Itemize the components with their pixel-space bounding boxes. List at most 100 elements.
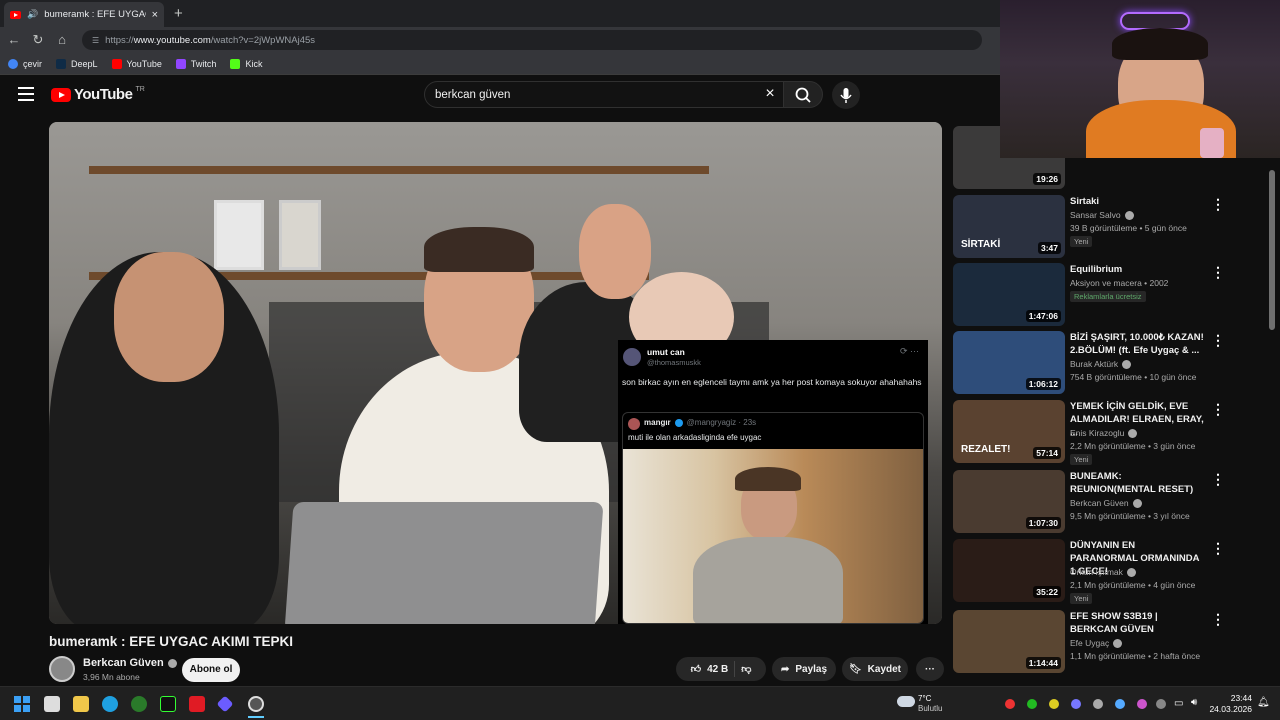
windows-start-icon[interactable]	[14, 696, 30, 712]
channel-name[interactable]: Berkcan Güven	[83, 657, 177, 669]
recommendation-item[interactable]: 1:47:06 Equilibrium Aksiyon ve macera • 20…	[953, 263, 1273, 327]
video-thumbnail[interactable]: 1:47:06	[953, 263, 1065, 326]
search-button[interactable]	[783, 81, 823, 108]
terminal-icon[interactable]	[160, 696, 176, 712]
recommendation-title[interactable]: EFE SHOW S3B19 | BERKCAN GÜVEN	[1070, 610, 1205, 636]
reload-icon[interactable]: ↻	[30, 32, 46, 48]
subscribe-button[interactable]: Abone ol	[182, 658, 240, 682]
search-value: berkcan güven	[435, 88, 511, 101]
more-actions-button[interactable]: ···	[916, 657, 944, 681]
tray-app-icon[interactable]	[1005, 699, 1015, 709]
bookmark-twitch[interactable]: Twitch	[175, 58, 216, 69]
more-options-icon[interactable]: ⋮	[1211, 333, 1225, 349]
video-thumbnail[interactable]: SİRTAKİ 3:47	[953, 195, 1065, 258]
bookmark-deepl[interactable]: DeepL	[56, 58, 98, 69]
subscriber-count: 3,96 Mn abone	[83, 672, 140, 682]
recommendation-channel[interactable]: Aksiyon ve macera • 2002	[1070, 278, 1168, 288]
channel-text: Orkun Işıtmak	[1070, 567, 1123, 577]
tweet-avatar	[623, 348, 641, 366]
verified-icon	[1113, 638, 1123, 648]
shelf	[89, 166, 709, 174]
back-icon[interactable]: ←	[6, 32, 22, 48]
voice-search-button[interactable]	[832, 81, 860, 109]
more-options-icon[interactable]: ⋮	[1211, 541, 1225, 557]
recommendation-item[interactable]: 1:07:30 BUNEAMK: REUNION(MENTAL RESET) Ber…	[953, 470, 1273, 534]
clock-time[interactable]: 23:44	[1220, 693, 1252, 703]
tray-app-icon[interactable]	[1137, 699, 1147, 709]
more-options-icon[interactable]: ⋮	[1211, 265, 1225, 281]
bookmark-label: çevir	[23, 58, 43, 69]
bookmark-cevir[interactable]: çevir	[8, 58, 43, 69]
recommendation-channel[interactable]: Burak Aktürk	[1070, 359, 1132, 369]
channel-avatar[interactable]	[49, 656, 75, 682]
video-thumbnail[interactable]: REZALET! 57:14	[953, 400, 1065, 463]
xbox-icon[interactable]	[131, 696, 147, 712]
save-button[interactable]: 🔖︎ Kaydet	[842, 657, 908, 681]
more-options-icon[interactable]: ⋮	[1211, 472, 1225, 488]
speaker-icon[interactable]: 🔊	[27, 9, 38, 20]
tray-app-icon[interactable]	[1093, 699, 1103, 709]
bookmark-label: Kick	[245, 58, 263, 69]
recommendation-meta: 2,1 Mn görüntüleme • 4 gün önce	[1070, 580, 1196, 590]
tray-app-icon[interactable]	[1049, 699, 1059, 709]
recommendation-channel[interactable]: Berkcan Güven	[1070, 498, 1142, 508]
video-duration: 1:14:44	[1025, 657, 1061, 669]
youtube-logo[interactable]: YouTube TR	[51, 86, 145, 103]
verified-icon	[1132, 498, 1142, 508]
sidebar-scrollbar[interactable]	[1269, 170, 1275, 330]
recommendation-item[interactable]: REZALET! 57:14 YEMEK İÇİN GELDİK, EVE ALMA…	[953, 400, 1273, 465]
recommendation-item[interactable]: 1:14:44 EFE SHOW S3B19 | BERKCAN GÜVEN Efe…	[953, 610, 1273, 674]
url-field[interactable]: ☰ https://www.youtube.com/watch?v=2jWpWN…	[82, 30, 982, 50]
network-icon[interactable]: ▭	[1174, 698, 1183, 709]
recommendation-title[interactable]: BUNEAMK: REUNION(MENTAL RESET)	[1070, 470, 1205, 496]
menu-icon[interactable]	[18, 87, 34, 101]
tray-app-icon[interactable]	[1156, 699, 1166, 709]
tray-app-icon[interactable]	[1027, 699, 1037, 709]
recommendation-channel[interactable]: Sansar Salvo	[1070, 210, 1134, 220]
share-button[interactable]: ➦ Paylaş	[772, 657, 836, 681]
verified-icon	[1124, 210, 1134, 220]
recommendation-item[interactable]: SİRTAKİ 3:47 Sirtaki Sansar Salvo 39 B görün…	[953, 195, 1273, 259]
recommendation-title[interactable]: Sirtaki	[1070, 195, 1205, 208]
more-options-icon[interactable]: ⋮	[1211, 402, 1225, 418]
bookmark-youtube[interactable]: YouTube	[111, 58, 162, 69]
recommendation-item[interactable]: 35:22 DÜNYANIN EN PARANORMAL ORMANINDA 1 …	[953, 539, 1273, 604]
obs-icon[interactable]	[248, 696, 264, 712]
more-options-icon[interactable]: ⋮	[1211, 612, 1225, 628]
video-thumbnail[interactable]: 1:14:44	[953, 610, 1065, 673]
volume-icon[interactable]: 🔊︎	[1191, 697, 1197, 708]
clock-date[interactable]: 24.03.2026	[1206, 704, 1252, 714]
task-view-icon[interactable]	[44, 696, 60, 712]
file-explorer-icon[interactable]	[73, 696, 89, 712]
recommendation-title[interactable]: BİZİ ŞAŞIRT, 10.000₺ KAZAN! 2.BÖLÜM! (ft…	[1070, 331, 1205, 357]
notification-bell-icon[interactable]: 🔔︎	[1257, 697, 1270, 708]
tray-app-icon[interactable]	[1071, 699, 1081, 709]
recommendation-title[interactable]: Equilibrium	[1070, 263, 1205, 276]
home-icon[interactable]: ⌂	[54, 32, 70, 48]
browser-tab[interactable]: 🔊 bumeramk : EFE UYGAC AKIMI ×	[4, 2, 164, 27]
video-thumbnail[interactable]: 1:06:12	[953, 331, 1065, 394]
video-thumbnail[interactable]: 1:07:30	[953, 470, 1065, 533]
weather-temperature[interactable]: 7°C	[918, 694, 931, 703]
media-player-icon[interactable]	[189, 696, 205, 712]
tray-app-icon[interactable]	[1115, 699, 1125, 709]
clear-search-icon[interactable]: ×	[760, 84, 780, 104]
recommendation-item[interactable]: 1:06:12 BİZİ ŞAŞIRT, 10.000₺ KAZAN! 2.BÖL…	[953, 331, 1273, 395]
like-button[interactable]: 👍︎ 42 B	[691, 663, 729, 676]
video-thumbnail[interactable]: 35:22	[953, 539, 1065, 602]
more-options-icon[interactable]: ⋮	[1211, 197, 1225, 213]
recommendation-channel[interactable]: Efe Uygaç	[1070, 638, 1123, 648]
recommendation-channel[interactable]: Orkun Işıtmak	[1070, 567, 1136, 577]
close-tab-icon[interactable]: ×	[152, 9, 158, 21]
weather-description[interactable]: Bulutlu	[918, 704, 942, 713]
tweet-text: son birkac ayın en eglenceli taymı amk y…	[622, 377, 922, 387]
search-input[interactable]: berkcan güven	[424, 81, 784, 108]
cloud-icon[interactable]	[897, 696, 915, 707]
bookmark-kick[interactable]: Kick	[230, 58, 263, 69]
recommendation-channel[interactable]: Enis Kirazoglu	[1070, 428, 1138, 438]
bookmarks-bar: çevir DeepL YouTube Twitch Kick	[0, 53, 1000, 75]
new-tab-icon[interactable]: +	[174, 5, 183, 22]
edge-icon[interactable]	[102, 696, 118, 712]
site-info-icon[interactable]: ☰	[92, 36, 99, 45]
dislike-button[interactable]: 👎︎	[741, 663, 751, 675]
